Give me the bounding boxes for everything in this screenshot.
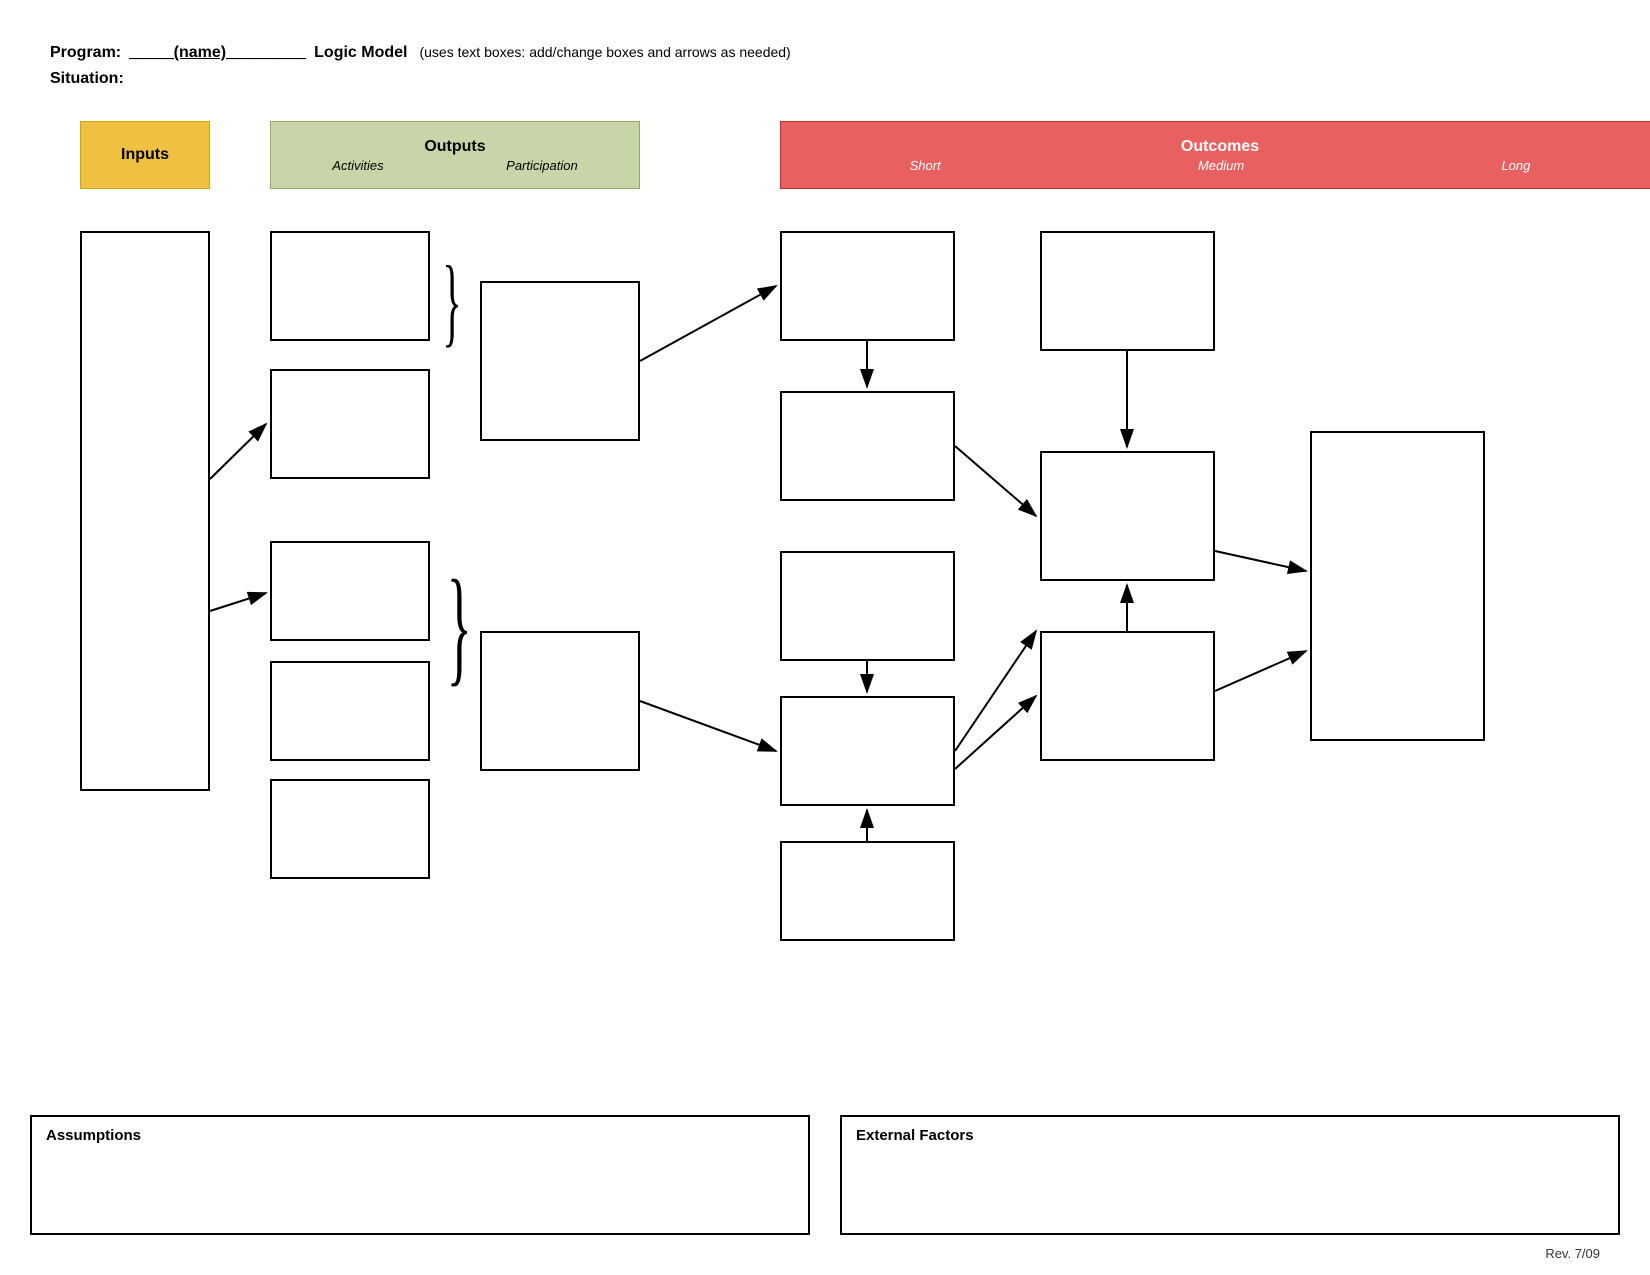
outcomes-sublabels: Short Medium Long xyxy=(781,158,1650,173)
short-outcome-1[interactable] xyxy=(780,231,955,341)
diagram: Inputs Outputs Activities Participation … xyxy=(50,121,1600,1071)
long-outcome-1[interactable] xyxy=(1310,431,1485,741)
program-line: Program: _____(name)_________ Logic Mode… xyxy=(50,40,1600,66)
program-label: Program: xyxy=(50,40,121,66)
assumptions-title: Assumptions xyxy=(46,1127,794,1144)
inputs-label: Inputs xyxy=(121,146,169,164)
inputs-header: Inputs xyxy=(80,121,210,189)
bottom-section: Assumptions External Factors xyxy=(30,1115,1620,1235)
external-factors-box[interactable]: External Factors xyxy=(840,1115,1620,1235)
activity-box-1[interactable] xyxy=(270,231,430,341)
medium-outcome-2[interactable] xyxy=(1040,451,1215,581)
header: Program: _____(name)_________ Logic Mode… xyxy=(50,40,1600,91)
participation-box-1[interactable] xyxy=(480,281,640,441)
outcomes-sub1: Short xyxy=(910,158,941,173)
logic-model-label: Logic Model xyxy=(314,40,407,66)
medium-outcome-1[interactable] xyxy=(1040,231,1215,351)
activity-box-4[interactable] xyxy=(270,661,430,761)
outputs-sublabels: Activities Participation xyxy=(271,158,639,173)
inputs-box[interactable] xyxy=(80,231,210,791)
activity-box-3[interactable] xyxy=(270,541,430,641)
activity-box-5[interactable] xyxy=(270,779,430,879)
outputs-sub1: Activities xyxy=(332,158,383,173)
short-outcome-3[interactable] xyxy=(780,551,955,661)
program-name[interactable]: _____(name)_________ xyxy=(129,40,306,66)
situation-line: Situation: xyxy=(50,66,1600,92)
outputs-header: Outputs Activities Participation xyxy=(270,121,640,189)
brace-bottom: } xyxy=(447,561,472,691)
outputs-label: Outputs xyxy=(424,138,485,156)
outcomes-sub3: Long xyxy=(1501,158,1530,173)
outputs-sub2: Participation xyxy=(506,158,578,173)
short-outcome-5[interactable] xyxy=(780,841,955,941)
outcomes-label: Outcomes xyxy=(1181,138,1259,156)
situation-label: Situation: xyxy=(50,70,124,87)
participation-box-2[interactable] xyxy=(480,631,640,771)
page: Program: _____(name)_________ Logic Mode… xyxy=(0,0,1650,1275)
activity-box-2[interactable] xyxy=(270,369,430,479)
outcomes-sub2: Medium xyxy=(1198,158,1244,173)
rev-label: Rev. 7/09 xyxy=(1545,1246,1600,1261)
subtitle-text: (uses text boxes: add/change boxes and a… xyxy=(419,41,790,63)
external-factors-title: External Factors xyxy=(856,1127,1604,1144)
medium-outcome-3[interactable] xyxy=(1040,631,1215,761)
outcomes-header: Outcomes Short Medium Long xyxy=(780,121,1650,189)
short-outcome-4[interactable] xyxy=(780,696,955,806)
brace-top: } xyxy=(442,251,461,351)
assumptions-box[interactable]: Assumptions xyxy=(30,1115,810,1235)
short-outcome-2[interactable] xyxy=(780,391,955,501)
